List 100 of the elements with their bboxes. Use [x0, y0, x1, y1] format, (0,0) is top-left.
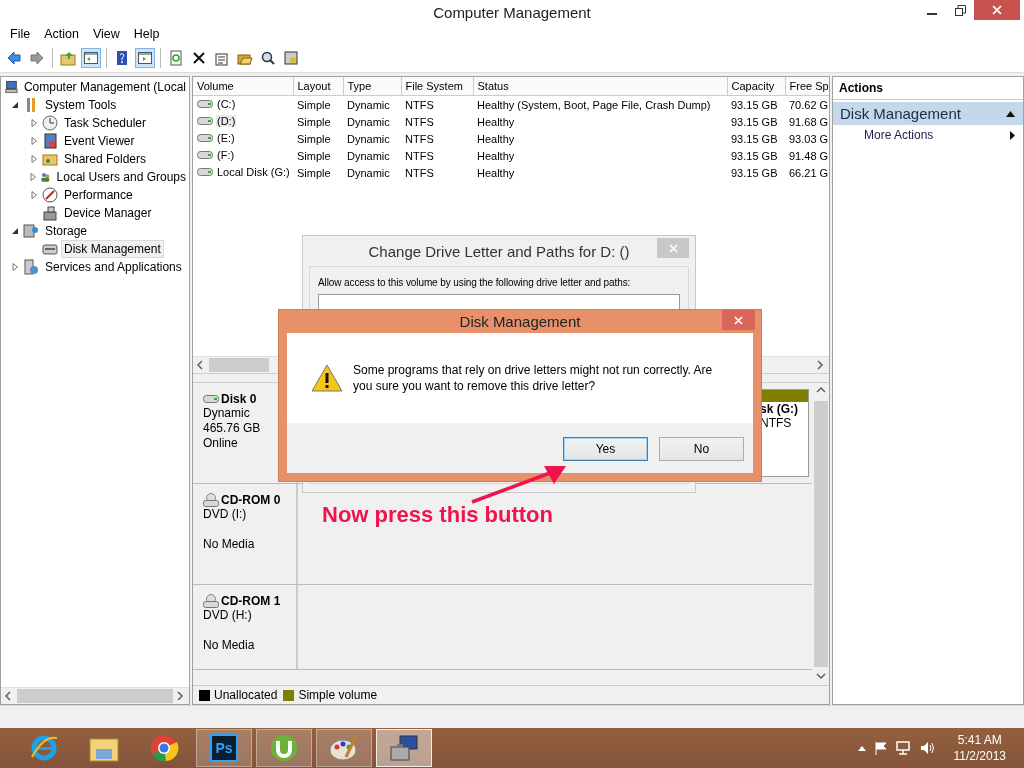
photoshop-icon[interactable]: Ps — [210, 734, 238, 762]
menu-item[interactable]: Help — [127, 27, 166, 41]
table-cell-text: 66.21 G — [788, 165, 829, 181]
browser-icon[interactable] — [149, 733, 179, 763]
close-icon — [734, 315, 743, 325]
panel-button[interactable] — [135, 48, 155, 68]
tree-item[interactable]: Shared Folders — [61, 150, 150, 168]
panel-icon — [83, 50, 99, 66]
tree-item[interactable]: Storage — [42, 222, 91, 240]
tree-item[interactable]: Task Scheduler — [61, 114, 150, 132]
table-cell[interactable]: Local Disk (G:) — [216, 166, 291, 178]
tree-item[interactable]: Local Users and Groups — [53, 168, 189, 186]
disk-name: CD-ROM 1 — [203, 593, 296, 608]
no-button[interactable]: No — [659, 437, 744, 461]
drive-icon — [203, 393, 219, 404]
column-header[interactable]: File System — [401, 77, 473, 96]
storage-icon — [23, 223, 39, 239]
expanded-arrow-icon[interactable] — [11, 101, 19, 109]
scrollbar-thumb[interactable] — [813, 401, 828, 667]
scroll-right-icon[interactable] — [176, 691, 186, 701]
forward-arrow-icon — [29, 50, 45, 66]
table-cell-text: Simple — [296, 148, 332, 164]
column-header[interactable]: Free Sp — [785, 77, 829, 96]
tree-item[interactable]: Performance — [61, 186, 136, 204]
expanded-arrow-icon[interactable] — [11, 227, 19, 235]
folder-up-icon — [60, 50, 76, 66]
taskbar-button[interactable] — [376, 729, 432, 767]
settings-icon — [283, 50, 299, 66]
computer-management-icon[interactable] — [388, 733, 420, 763]
tree-item[interactable]: Event Viewer — [61, 132, 138, 150]
palette-icon[interactable] — [328, 733, 360, 763]
table-cell[interactable]: (C:) — [216, 98, 237, 110]
scrollbar-thumb[interactable] — [17, 689, 173, 703]
table-cell-text: Dynamic — [346, 131, 391, 147]
legend-label: Unallocated — [214, 688, 278, 702]
taskbar-button[interactable] — [256, 729, 312, 767]
column-header[interactable]: Volume — [193, 77, 293, 96]
table-cell[interactable]: (D:) — [216, 115, 237, 127]
tree-item[interactable]: Computer Management (Local — [20, 78, 189, 96]
column-header[interactable]: Capacity — [727, 77, 785, 96]
panel-button[interactable] — [81, 48, 101, 68]
disk-info: Dynamic — [203, 406, 251, 421]
submenu-arrow-icon — [1010, 130, 1015, 140]
torrent-icon[interactable] — [269, 733, 299, 763]
collapsed-arrow-icon[interactable] — [30, 191, 38, 199]
clock[interactable]: 5:41 AM 11/2/2013 — [953, 732, 1006, 764]
scrollbar-thumb[interactable] — [209, 358, 269, 372]
collapsed-arrow-icon[interactable] — [30, 137, 38, 145]
menu-item[interactable]: View — [86, 27, 126, 41]
scroll-right-icon[interactable] — [816, 360, 826, 370]
menu-item[interactable]: Action — [38, 27, 85, 41]
column-header[interactable]: Layout — [293, 77, 343, 96]
action-section[interactable]: Disk Management — [833, 102, 1023, 125]
tree-item[interactable]: Services and Applications — [42, 258, 185, 276]
close-icon — [668, 243, 678, 253]
disk-info: No Media — [203, 638, 256, 653]
services-icon — [23, 259, 39, 275]
disk-info: Online — [203, 436, 239, 451]
collapsed-arrow-icon[interactable] — [29, 173, 37, 181]
browser-icon[interactable] — [29, 733, 59, 763]
window-title: Computer Management — [433, 3, 591, 21]
taskbar-button[interactable]: Ps — [196, 729, 252, 767]
log-icon — [42, 133, 58, 149]
tree-item[interactable]: Disk Management — [61, 240, 164, 258]
table-cell[interactable]: (F:) — [216, 149, 236, 161]
scroll-left-icon[interactable] — [196, 360, 206, 370]
search-icon — [260, 50, 276, 66]
table-cell-text: 93.15 GB — [730, 114, 779, 130]
yes-button[interactable]: Yes — [563, 437, 648, 461]
tree-item[interactable]: System Tools — [42, 96, 120, 114]
dialog-title: Change Drive Letter and Paths for D: () — [368, 242, 630, 260]
action-link[interactable]: More Actions — [833, 125, 1023, 142]
table-cell-text: 93.03 G — [788, 131, 829, 147]
pane-title: Actions — [833, 77, 1023, 100]
tree-item[interactable]: Device Manager — [61, 204, 155, 222]
table-cell: 93.15 GB — [727, 95, 785, 113]
table-cell-text: 93.15 GB — [730, 148, 779, 164]
table-cell-text: Simple — [296, 165, 332, 181]
column-header[interactable]: Type — [343, 77, 401, 96]
dialog-message: Some programs that rely on drive letters might not run correctly. Are you sure you want to remove this drive letter? — [353, 362, 714, 394]
collapsed-arrow-icon[interactable] — [30, 119, 38, 127]
collapsed-arrow-icon[interactable] — [30, 155, 38, 163]
drive-icon — [197, 99, 213, 109]
refresh-icon — [168, 50, 184, 66]
device-icon — [42, 205, 58, 221]
caret-icon[interactable] — [857, 745, 866, 751]
settings-button[interactable] — [281, 48, 301, 68]
network-icon[interactable] — [895, 741, 912, 755]
scroll-left-icon[interactable] — [4, 691, 14, 701]
column-header[interactable]: Status — [473, 77, 727, 96]
collapsed-arrow-icon[interactable] — [11, 263, 19, 271]
flag-icon[interactable] — [873, 741, 888, 755]
scroll-down-icon[interactable] — [815, 672, 826, 682]
menu-item[interactable]: File — [4, 27, 37, 41]
close-icon — [992, 5, 1002, 15]
speaker-icon[interactable] — [919, 741, 936, 755]
table-cell: 70.62 G — [785, 95, 829, 113]
drive-icon — [197, 167, 213, 177]
drive-icon — [197, 116, 213, 126]
table-cell[interactable]: (E:) — [216, 132, 236, 144]
